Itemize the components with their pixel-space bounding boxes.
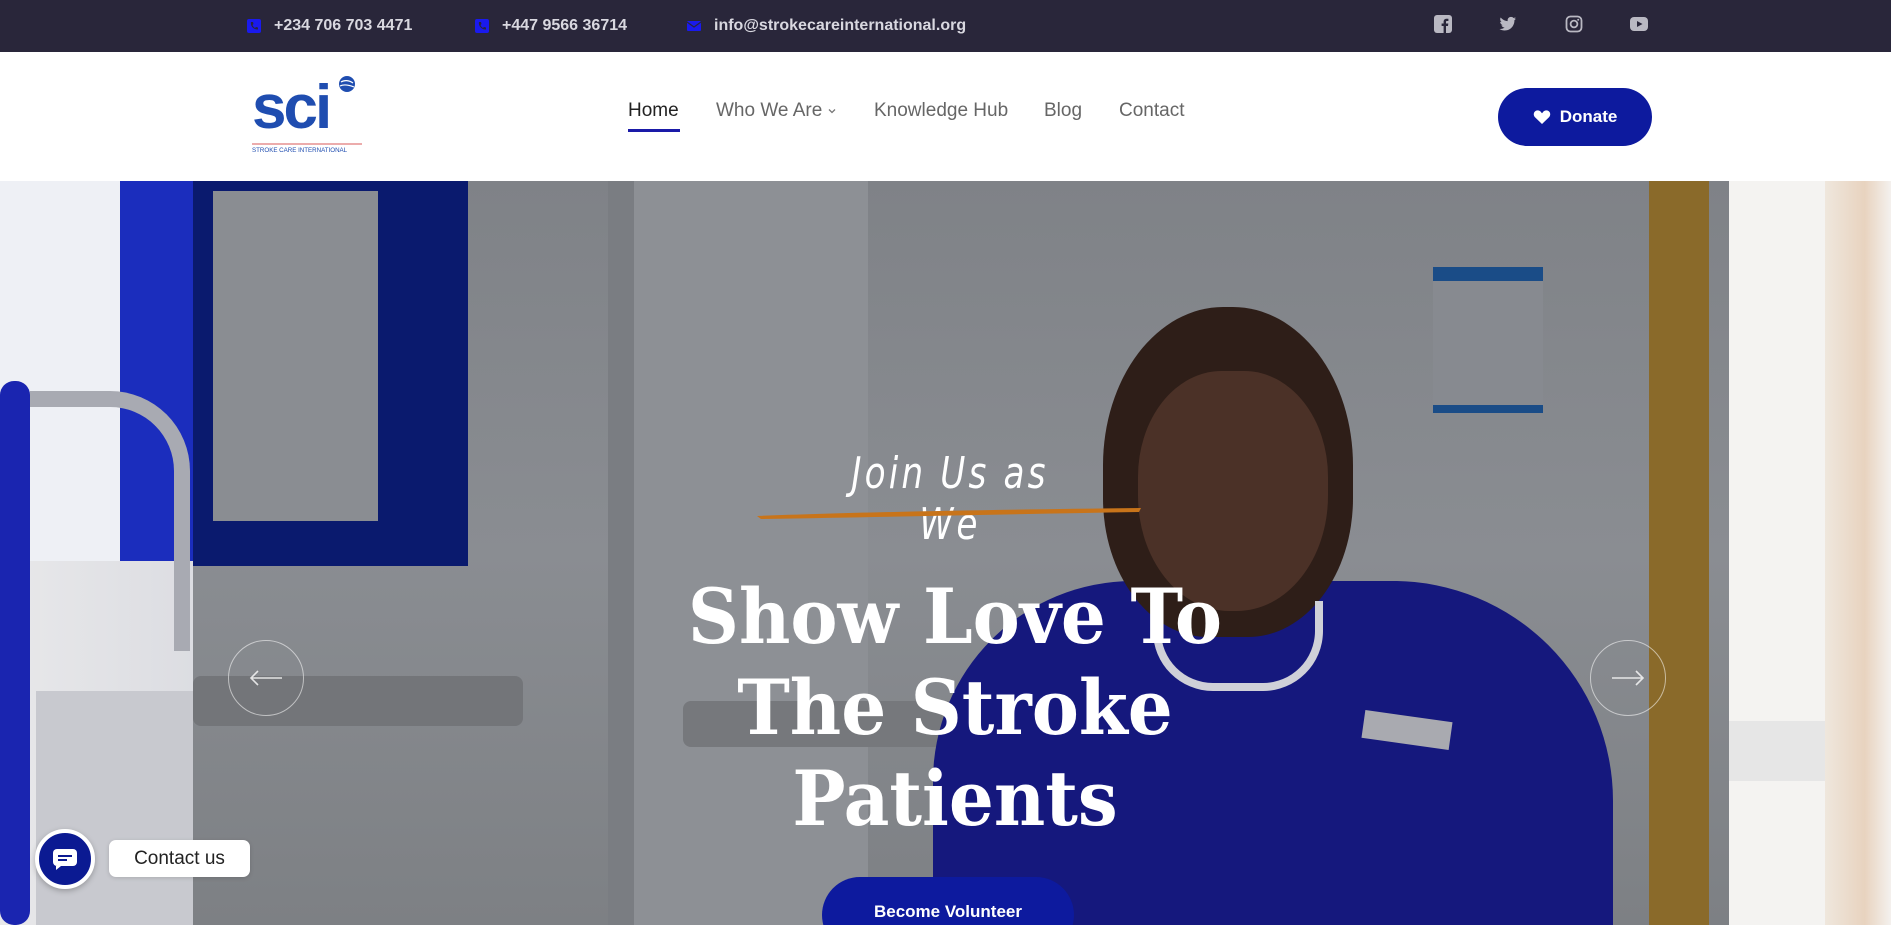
donate-label: Donate <box>1559 107 1618 126</box>
contact-widget-button[interactable] <box>35 829 95 889</box>
phone-contact-2[interactable]: +447 9566 36714 <box>475 0 627 52</box>
logo-subtext: STROKE CARE INTERNATIONAL <box>252 147 348 154</box>
slider-next-button[interactable] <box>1590 640 1666 716</box>
arrow-right-icon <box>1612 670 1645 686</box>
active-nav-underline <box>628 129 680 132</box>
hero-tagline: Join Us as We <box>851 448 1049 550</box>
heart-icon <box>1533 110 1550 124</box>
become-volunteer-button[interactable]: Become Volunteer <box>822 877 1074 925</box>
phone-icon <box>475 19 489 33</box>
chevron-down-icon <box>828 109 836 114</box>
phone-1-text: +234 706 703 4471 <box>274 17 413 34</box>
site-header: sci STROKE CARE INTERNATIONAL Home Who W… <box>0 52 1891 181</box>
envelope-icon <box>687 21 701 31</box>
donate-button[interactable]: Donate <box>1498 88 1652 146</box>
sci-logo[interactable]: sci STROKE CARE INTERNATIONAL <box>252 74 362 154</box>
nav-home[interactable]: Home <box>628 100 680 132</box>
brush-stroke-underline <box>757 508 1141 519</box>
nav-home-label: Home <box>628 100 679 121</box>
nav-who-we-are[interactable]: Who We Are <box>716 100 837 122</box>
arrow-left-icon <box>249 670 282 686</box>
instagram-icon[interactable] <box>1565 15 1583 33</box>
contact-widget-label[interactable]: Contact us <box>109 840 250 877</box>
slider-prev-button[interactable] <box>228 640 304 716</box>
logo-text: sci <box>252 74 329 142</box>
youtube-icon[interactable] <box>1630 15 1648 33</box>
facebook-icon[interactable] <box>1434 15 1452 33</box>
hero-headline: Show Love To The Stroke Patients <box>687 572 1223 843</box>
nav-blog-label: Blog <box>1044 100 1083 121</box>
nav-knowledge-label: Knowledge Hub <box>874 100 1009 121</box>
nav-contact-label: Contact <box>1119 100 1185 121</box>
hero-slider: Join Us as We Show Love To The Stroke Pa… <box>0 181 1891 925</box>
nav-who-label: Who We Are <box>716 100 823 121</box>
nav-contact[interactable]: Contact <box>1119 100 1184 122</box>
twitter-icon[interactable] <box>1499 15 1517 33</box>
chat-icon <box>53 849 77 870</box>
phone-icon <box>247 19 261 33</box>
hero-content: Join Us as We Show Love To The Stroke Pa… <box>0 181 1891 925</box>
top-contact-bar: +234 706 703 4471 +447 9566 36714 info@s… <box>0 0 1891 52</box>
nav-blog[interactable]: Blog <box>1044 100 1082 122</box>
email-text: info@strokecareinternational.org <box>714 17 967 34</box>
become-volunteer-label: Become Volunteer <box>873 902 1022 921</box>
nav-knowledge-hub[interactable]: Knowledge Hub <box>874 100 1008 122</box>
phone-contact-1[interactable]: +234 706 703 4471 <box>247 0 412 52</box>
email-contact[interactable]: info@strokecareinternational.org <box>687 0 966 52</box>
phone-2-text: +447 9566 36714 <box>502 17 628 34</box>
